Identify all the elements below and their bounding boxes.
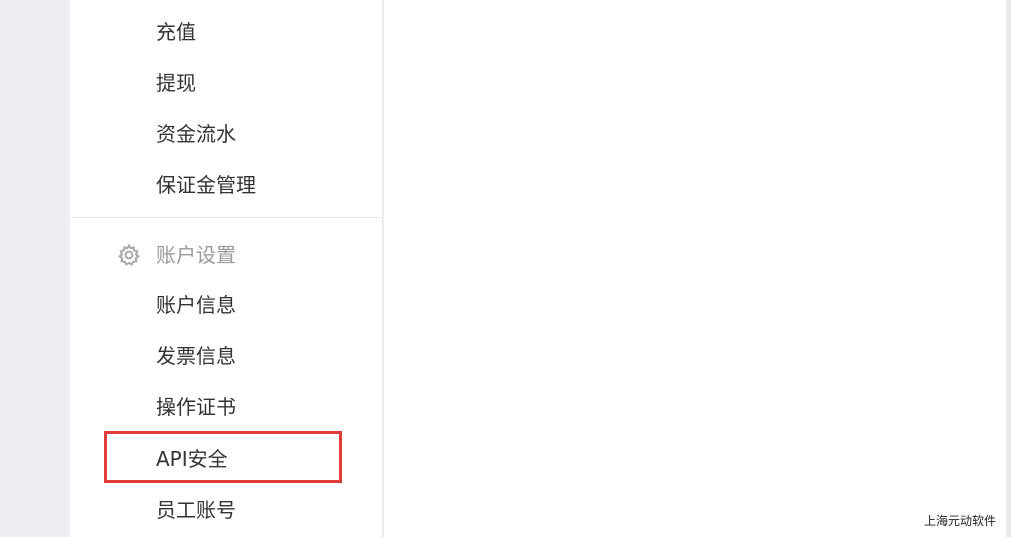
sidebar-item-recharge[interactable]: 充值 — [156, 18, 196, 46]
section-header-account-settings: 账户设置 — [116, 241, 236, 269]
sidebar-item-invoice-info[interactable]: 发票信息 — [156, 342, 236, 370]
scrollbar-track[interactable] — [1006, 0, 1011, 537]
sidebar-item-deposit-management[interactable]: 保证金管理 — [156, 171, 256, 199]
sidebar-item-account-info[interactable]: 账户信息 — [156, 291, 236, 319]
sidebar-item-staff-accounts[interactable]: 员工账号 — [156, 496, 236, 524]
section-label: 账户设置 — [156, 243, 236, 267]
gear-icon — [116, 242, 142, 268]
left-gutter — [0, 0, 70, 537]
app-window: 充值 提现 资金流水 保证金管理 账户设置 账户信息 发票信息 操作证书 API… — [0, 0, 1011, 537]
sidebar-item-withdraw[interactable]: 提现 — [156, 69, 196, 97]
sidebar-nav: 充值 提现 资金流水 保证金管理 账户设置 账户信息 发票信息 操作证书 API… — [70, 0, 383, 537]
sidebar-item-fund-flow[interactable]: 资金流水 — [156, 120, 236, 148]
sidebar-item-api-security[interactable]: API安全 — [156, 445, 228, 473]
sidebar-divider — [70, 217, 382, 218]
main-content — [384, 0, 1006, 537]
sidebar-item-operation-certificate[interactable]: 操作证书 — [156, 393, 236, 421]
watermark: 上海元动软件 — [921, 512, 998, 529]
